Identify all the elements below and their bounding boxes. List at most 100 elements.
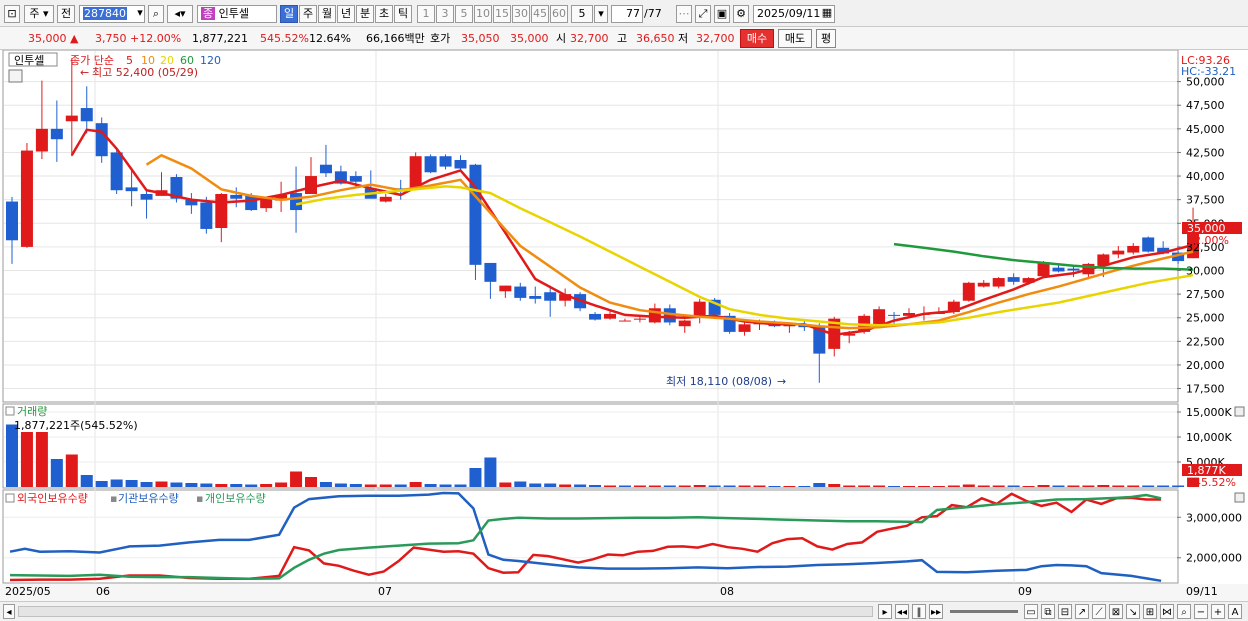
volume-bar	[813, 483, 826, 487]
pause-icon[interactable]: ‖	[912, 604, 926, 619]
page-total-label: /77	[644, 7, 662, 20]
volume-bar	[604, 485, 616, 487]
volume-bar	[903, 486, 915, 487]
volume-bar	[798, 486, 811, 487]
scroll-left-icon[interactable]: ◂	[3, 604, 15, 619]
interval-button[interactable]: 1	[417, 5, 435, 23]
fib-icon[interactable]: ⊞	[1143, 604, 1157, 619]
interval-dropdown-icon[interactable]: ▾	[594, 5, 608, 23]
interval-value-button[interactable]: 5	[571, 5, 593, 23]
scroll-right-icon[interactable]: ▸	[878, 604, 892, 619]
candle-body	[125, 187, 138, 192]
measure-icon[interactable]: ⋈	[1160, 604, 1174, 619]
save-icon[interactable]: ▣	[714, 5, 730, 23]
sell-button[interactable]: 매도	[778, 29, 812, 48]
calendar-icon[interactable]: ▦	[819, 5, 835, 23]
avg-button[interactable]: 평	[816, 29, 836, 48]
grid-icon[interactable]: ⋯	[676, 5, 692, 23]
zoom-slider[interactable]	[950, 610, 1018, 613]
interval-button[interactable]: 60	[550, 5, 568, 23]
copy-icon[interactable]: ⧉	[1041, 604, 1055, 619]
fast-forward-icon[interactable]: ▸▸	[929, 604, 943, 619]
chart-area[interactable]: 17,500 20,000 22,500 25,000 27,500 30,000 32,5…	[0, 49, 1248, 601]
volume-bar	[544, 483, 557, 487]
volume-bar	[125, 480, 138, 487]
volume-bar	[484, 457, 497, 487]
horizontal-scrollbar[interactable]	[18, 606, 873, 617]
candle-body	[1127, 245, 1140, 253]
interval-button[interactable]: 15	[493, 5, 511, 23]
mode-select[interactable]: 주 ▾	[24, 5, 54, 23]
calculator-icon[interactable]	[8, 69, 23, 83]
candle-body	[50, 128, 63, 140]
shape-icon[interactable]: ⊠	[1109, 604, 1123, 619]
stock-name-field[interactable]: 종 인투셀	[197, 5, 277, 23]
chart-canvas[interactable]: 17,50020,00022,50025,00027,50030,00032,5…	[0, 49, 1248, 601]
interval-button[interactable]: 30	[512, 5, 530, 23]
interval-button[interactable]: 45	[531, 5, 549, 23]
candle-body	[1007, 277, 1020, 282]
layout-icon[interactable]: ▭	[1024, 604, 1038, 619]
period-button[interactable]: 일	[280, 5, 298, 23]
volume-bar	[185, 483, 198, 487]
interval-button[interactable]: 5	[455, 5, 473, 23]
current-price: 35,000 ▲	[28, 32, 79, 45]
volume-bar	[1112, 485, 1125, 487]
candle-body	[962, 282, 975, 301]
period-button[interactable]: 년	[337, 5, 355, 23]
compare-icon[interactable]: ⊟	[1058, 604, 1072, 619]
holding-panel-close-icon[interactable]	[1234, 492, 1245, 503]
candle-body	[290, 193, 303, 211]
period-button[interactable]: 주	[299, 5, 317, 23]
volume-bar	[275, 482, 288, 487]
volume-bar	[1127, 485, 1140, 487]
arrow-tool-icon[interactable]: ↘	[1126, 604, 1140, 619]
interval-button[interactable]: 3	[436, 5, 454, 23]
trend-icon[interactable]: ⟋	[1092, 604, 1106, 619]
volume-bar	[768, 486, 781, 487]
candle-body	[110, 152, 123, 191]
page-count-input[interactable]: 77	[611, 5, 643, 23]
volume-bar	[589, 485, 602, 487]
rewind-icon[interactable]: ◂◂	[895, 604, 909, 619]
period-button[interactable]: 월	[318, 5, 336, 23]
period-button[interactable]: 분	[356, 5, 374, 23]
price-tick-label: 45,000	[1186, 123, 1225, 136]
volume-bar	[663, 485, 676, 487]
legend-separator-1: ▪	[110, 492, 117, 505]
interval-button[interactable]: 10	[474, 5, 492, 23]
font-size-icon[interactable]: A	[1228, 604, 1242, 619]
gear-icon[interactable]: ⚙	[733, 5, 749, 23]
volume-bar	[693, 485, 706, 487]
volume-bar	[574, 484, 587, 487]
volume-bar	[828, 484, 841, 487]
volume-panel-toggle[interactable]	[5, 406, 15, 416]
holding-panel-toggle[interactable]	[5, 493, 15, 503]
volume-bar	[349, 484, 362, 487]
period-button[interactable]: 틱	[394, 5, 412, 23]
draw-tool-icon[interactable]: ⤢	[695, 5, 711, 23]
stock-dropdown-icon[interactable]: ▾	[134, 5, 146, 23]
volume-bar	[439, 484, 452, 487]
min-price-note: 최저 18,110 (08/08)	[666, 375, 772, 388]
search-icon[interactable]: ⌕	[148, 5, 164, 23]
zoom-in-icon[interactable]: +	[1211, 604, 1225, 619]
speaker-icon[interactable]: ◂▾	[167, 5, 193, 23]
buy-button[interactable]: 매수	[740, 29, 774, 48]
period-button[interactable]: 초	[375, 5, 393, 23]
candle-body	[95, 123, 108, 157]
window-icon[interactable]: ⊡	[4, 5, 20, 23]
volume-bar	[888, 486, 901, 487]
volume-bar	[454, 484, 467, 487]
volume-bar	[499, 482, 512, 487]
draw-line-icon[interactable]: ↗	[1075, 604, 1089, 619]
legend-separator-2: ▪	[196, 492, 203, 505]
zoom-out-icon[interactable]: −	[1194, 604, 1208, 619]
volume-panel-close-icon[interactable]	[1234, 406, 1245, 417]
volume-bar	[245, 484, 258, 487]
mode-toggle-button[interactable]: 전	[57, 5, 75, 23]
candle-body	[65, 115, 78, 122]
legend-institution: 기관보유수량	[118, 492, 179, 505]
candle-body	[1142, 237, 1155, 252]
zoom-icon[interactable]: ⌕	[1177, 604, 1191, 619]
